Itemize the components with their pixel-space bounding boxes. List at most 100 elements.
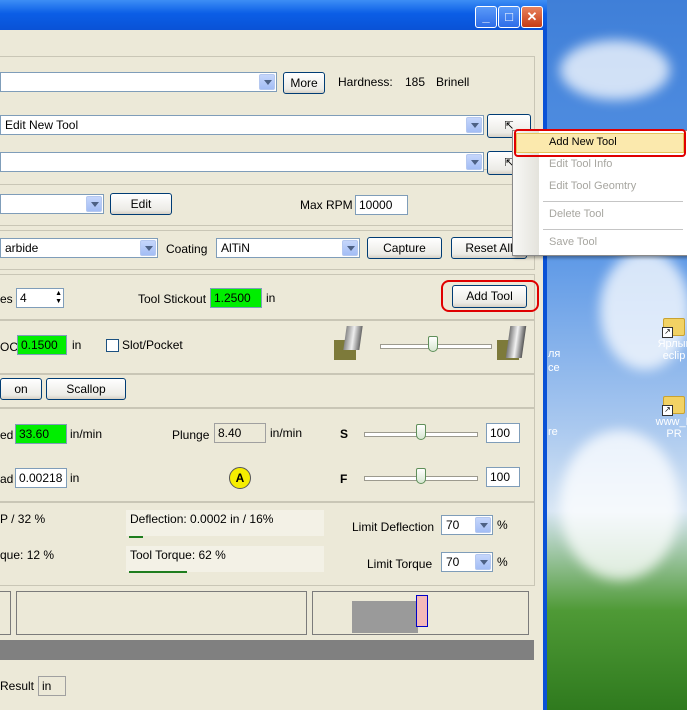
desktop-shortcut-www[interactable]: ↗ www_F PR xyxy=(652,396,687,440)
limit-deflection-label: Limit Deflection xyxy=(352,520,435,534)
chevron-down-icon xyxy=(86,196,102,212)
hardness-label: Hardness: xyxy=(338,75,393,89)
folder-icon: ↗ xyxy=(662,396,685,416)
coating-value: AlTiN xyxy=(221,241,250,255)
material-combo[interactable] xyxy=(0,72,277,92)
result-label: Result xyxy=(0,679,35,693)
feeds-speeds-group xyxy=(0,408,535,502)
flutes-value: 4 xyxy=(20,291,27,305)
limit-torque-value: 70 xyxy=(446,555,460,569)
speed-override-input[interactable]: 100 xyxy=(486,423,520,443)
minimize-button[interactable]: _ xyxy=(475,6,497,28)
stock-preview xyxy=(352,601,418,633)
feed-label: ed xyxy=(0,428,14,442)
chevron-down-icon xyxy=(466,154,482,170)
doc-slider-thumb[interactable] xyxy=(428,336,438,352)
scallop-button[interactable]: Scallop xyxy=(46,378,126,400)
tool-combo[interactable]: Edit New Tool xyxy=(0,115,484,135)
tool-stickout-input[interactable]: 1.2500 xyxy=(210,288,262,308)
desktop-shortcut-label: eclip xyxy=(662,350,686,362)
folder-icon: ↗ xyxy=(662,318,685,338)
tool-preview-panel xyxy=(312,591,529,635)
tool-torque-text: Tool Torque: 62 % xyxy=(130,548,226,562)
doc-input[interactable]: 0.1500 xyxy=(17,335,67,355)
highlight-ring xyxy=(514,129,686,157)
shortcut-arrow-icon: ↗ xyxy=(662,327,673,338)
title-bar: _ □ ✕ xyxy=(0,0,547,30)
desktop-text: re xyxy=(548,426,558,438)
strategy-button[interactable]: on xyxy=(0,378,42,400)
client-area: More Hardness: 185 Brinell Edit New Tool… xyxy=(0,30,543,710)
speed-slider-thumb[interactable] xyxy=(416,424,426,440)
desktop-text: ля xyxy=(548,348,561,360)
hardness-value: 185 xyxy=(405,75,426,89)
chevron-down-icon xyxy=(140,240,156,256)
spindle-torque-text: que: 12 % xyxy=(0,548,55,562)
feed-override-label: F xyxy=(340,472,348,486)
desktop-text: ce xyxy=(548,362,560,374)
slot-pocket-label: Slot/Pocket xyxy=(122,338,183,352)
chevron-down-icon xyxy=(475,554,491,570)
chevron-down-icon xyxy=(466,117,482,133)
end-mill-icon xyxy=(343,326,363,350)
menu-item-edit-tool-geometry[interactable]: Edit Tool Geomtry xyxy=(549,180,636,192)
limit-deflection-combo[interactable]: 70 xyxy=(441,515,493,535)
doc-unit: in xyxy=(72,338,82,352)
holder-combo[interactable] xyxy=(0,152,484,172)
plunge-label: Plunge xyxy=(172,428,210,442)
close-button[interactable]: ✕ xyxy=(521,6,543,28)
tool-combo-value: Edit New Tool xyxy=(5,118,79,132)
chipload-input[interactable]: 0.00218 xyxy=(15,468,67,488)
tool-stickout-label: Tool Stickout xyxy=(138,292,207,306)
menu-item-save-tool[interactable]: Save Tool xyxy=(549,236,597,248)
chevron-down-icon xyxy=(259,74,275,90)
feed-input[interactable]: 33.60 xyxy=(15,424,67,444)
chipload-unit: in xyxy=(70,471,80,485)
coating-combo[interactable]: AlTiN xyxy=(216,238,360,258)
plunge-input[interactable]: 8.40 xyxy=(214,423,266,443)
feed-slider-thumb[interactable] xyxy=(416,468,426,484)
tool-material-combo[interactable]: arbide xyxy=(0,238,158,258)
result-unit-field: in xyxy=(38,676,66,696)
hardness-unit: Brinell xyxy=(436,75,470,89)
holder-type-combo[interactable] xyxy=(0,194,104,214)
desktop-shortcut-label: PR xyxy=(666,428,682,440)
feed-override-input[interactable]: 100 xyxy=(486,467,520,487)
percent-sign: % xyxy=(497,518,508,532)
more-button[interactable]: More xyxy=(283,72,325,94)
horsepower-text: P / 32 % xyxy=(0,512,46,526)
flutes-label: es xyxy=(0,292,13,306)
chipload-label: ad xyxy=(0,472,14,486)
limit-torque-label: Limit Torque xyxy=(367,557,433,571)
tool-material-value: arbide xyxy=(5,241,39,255)
menu-item-edit-tool-info[interactable]: Edit Tool Info xyxy=(549,158,612,170)
slot-pocket-checkbox[interactable] xyxy=(106,339,119,352)
capture-button[interactable]: Capture xyxy=(367,237,442,259)
chevron-down-icon xyxy=(342,240,358,256)
deflection-bar xyxy=(129,536,143,538)
max-rpm-input[interactable]: 10000 xyxy=(355,195,408,215)
limit-deflection-value: 70 xyxy=(446,518,460,532)
limit-torque-combo[interactable]: 70 xyxy=(441,552,493,572)
status-strip xyxy=(0,640,534,660)
maximize-button[interactable]: □ xyxy=(498,6,520,28)
max-rpm-label: Max RPM xyxy=(300,198,353,212)
chevron-down-icon xyxy=(475,517,491,533)
doc-label: OC xyxy=(0,340,18,354)
cloud xyxy=(560,430,680,580)
menu-separator xyxy=(543,229,683,230)
tool-stickout-unit: in xyxy=(266,291,276,305)
menu-item-delete-tool[interactable]: Delete Tool xyxy=(549,208,604,220)
shortcut-arrow-icon: ↗ xyxy=(662,405,673,416)
percent-sign: % xyxy=(497,555,508,569)
preview-panel xyxy=(16,591,307,635)
flutes-spinner[interactable]: 4 ▲ ▼ xyxy=(16,288,64,308)
app-window: _ □ ✕ More Hardness: 185 Brinell Edit Ne… xyxy=(0,0,547,710)
desktop-shortcut-label: Ярлык xyxy=(657,338,687,350)
feed-unit: in/min xyxy=(70,427,103,441)
highlight-ring xyxy=(441,280,539,312)
edit-button[interactable]: Edit xyxy=(110,193,172,215)
plunge-unit: in/min xyxy=(270,426,303,440)
desktop-shortcut-label: www_F xyxy=(655,416,687,428)
desktop-shortcut-eclipse[interactable]: ↗ Ярлык eclip xyxy=(652,318,687,362)
